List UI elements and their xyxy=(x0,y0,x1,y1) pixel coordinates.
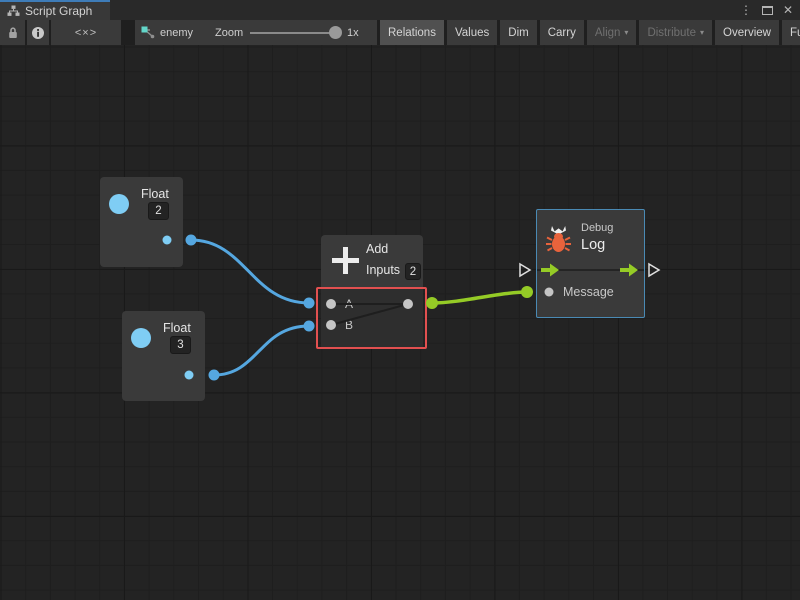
code-view-button[interactable]: <×> xyxy=(51,20,121,45)
graph-name-label[interactable]: enemy xyxy=(160,27,193,39)
float-value-field[interactable]: 2 xyxy=(148,202,169,220)
lock-button[interactable] xyxy=(0,20,25,45)
flow-output-triangle[interactable] xyxy=(649,264,659,276)
add-inputs-count-field[interactable]: 2 xyxy=(405,263,421,280)
chevron-down-icon: ▾ xyxy=(700,28,704,37)
wire-float1-to-a[interactable] xyxy=(191,240,309,303)
zoom-label: Zoom xyxy=(215,27,243,39)
toolbar-button-overview[interactable]: Overview xyxy=(715,20,779,45)
float-type-icon xyxy=(131,328,151,348)
toolbar-button-carry[interactable]: Carry xyxy=(540,20,584,45)
wire-float2-to-b[interactable] xyxy=(214,326,309,375)
node-debug-log[interactable]: Debug Log Message xyxy=(536,209,645,318)
toolbar-button-dim[interactable]: Dim xyxy=(500,20,536,45)
selection-highlight xyxy=(316,287,427,349)
toolbar-button-values[interactable]: Values xyxy=(447,20,497,45)
wire-endpoint xyxy=(304,298,315,309)
wire-endpoint xyxy=(521,286,533,298)
chevron-down-icon: ▾ xyxy=(624,28,628,37)
wire-endpoint xyxy=(304,321,315,332)
toolbar-button-full-screen[interactable]: Full Screen xyxy=(782,20,800,45)
window-menu-icon[interactable]: ⋮ xyxy=(740,4,752,16)
info-button[interactable] xyxy=(27,20,49,45)
wire-endpoint xyxy=(209,370,220,381)
graph-tree-icon xyxy=(7,5,20,17)
tab-script-graph[interactable]: Script Graph xyxy=(0,0,110,20)
wire-add-to-message[interactable] xyxy=(432,292,527,303)
window-controls: ⋮ ✕ xyxy=(740,0,800,20)
tab-title: Script Graph xyxy=(25,4,92,18)
zoom-value: 1x xyxy=(347,27,359,39)
toolbar-button-relations[interactable]: Relations xyxy=(380,20,444,45)
toolbar-button-label: Align xyxy=(595,27,621,39)
toolbar-button-label: Overview xyxy=(723,27,771,39)
float-value-field[interactable]: 3 xyxy=(170,336,191,354)
debug-bug-icon xyxy=(545,225,572,258)
toolbar-button-distribute: Distribute ▾ xyxy=(639,20,712,45)
maximize-icon[interactable] xyxy=(762,6,773,15)
node-float-2[interactable]: Float 3 xyxy=(122,311,205,401)
flow-input-triangle[interactable] xyxy=(520,264,530,276)
node-title: Add xyxy=(366,242,388,256)
toolbar-buttons: RelationsValuesDimCarryAlign▾Distribute▾… xyxy=(380,20,800,45)
toolbar-button-label: Relations xyxy=(388,27,436,39)
toolbar-button-align: Align▾ xyxy=(587,20,637,45)
toolbar-button-label: Dim xyxy=(508,27,528,39)
graph-context-segment: enemy Zoom 1x xyxy=(135,20,377,45)
close-icon[interactable]: ✕ xyxy=(783,4,793,16)
title-bar: Script Graph ⋮ ✕ xyxy=(0,0,800,20)
lock-icon xyxy=(7,26,19,40)
toolbar-button-label: Carry xyxy=(548,27,576,39)
code-icon: <×> xyxy=(75,27,97,39)
zoom-slider-track[interactable] xyxy=(250,32,338,34)
node-add-header[interactable]: Add Inputs 2 xyxy=(321,235,423,287)
toolbar-button-label: Values xyxy=(455,27,489,39)
add-plus-icon xyxy=(332,247,359,274)
node-category: Debug xyxy=(581,222,613,234)
port-message-label: Message xyxy=(563,285,614,299)
graph-asset-icon xyxy=(141,26,156,39)
toolbar-button-label: Full Screen xyxy=(790,27,800,39)
node-title: Float xyxy=(163,321,191,335)
add-inputs-label: Inputs xyxy=(366,263,400,277)
wire-endpoint xyxy=(186,235,197,246)
toolbar: <×> enemy Zoom 1x Relations Values Dim Carr… xyxy=(0,20,800,45)
toolbar-button-label: Distribute xyxy=(647,27,696,39)
script-graph-window: Script Graph ⋮ ✕ <×> xyxy=(0,0,800,600)
node-title: Log xyxy=(581,237,605,253)
node-title: Float xyxy=(141,187,169,201)
wire-endpoint xyxy=(426,297,438,309)
node-float-1[interactable]: Float 2 xyxy=(100,177,183,267)
zoom-slider-handle[interactable] xyxy=(329,26,342,39)
float-type-icon xyxy=(109,194,129,214)
graph-canvas[interactable]: Float 2 Float 3 Add Inputs 2 A B xyxy=(0,45,800,600)
info-icon xyxy=(31,26,45,40)
